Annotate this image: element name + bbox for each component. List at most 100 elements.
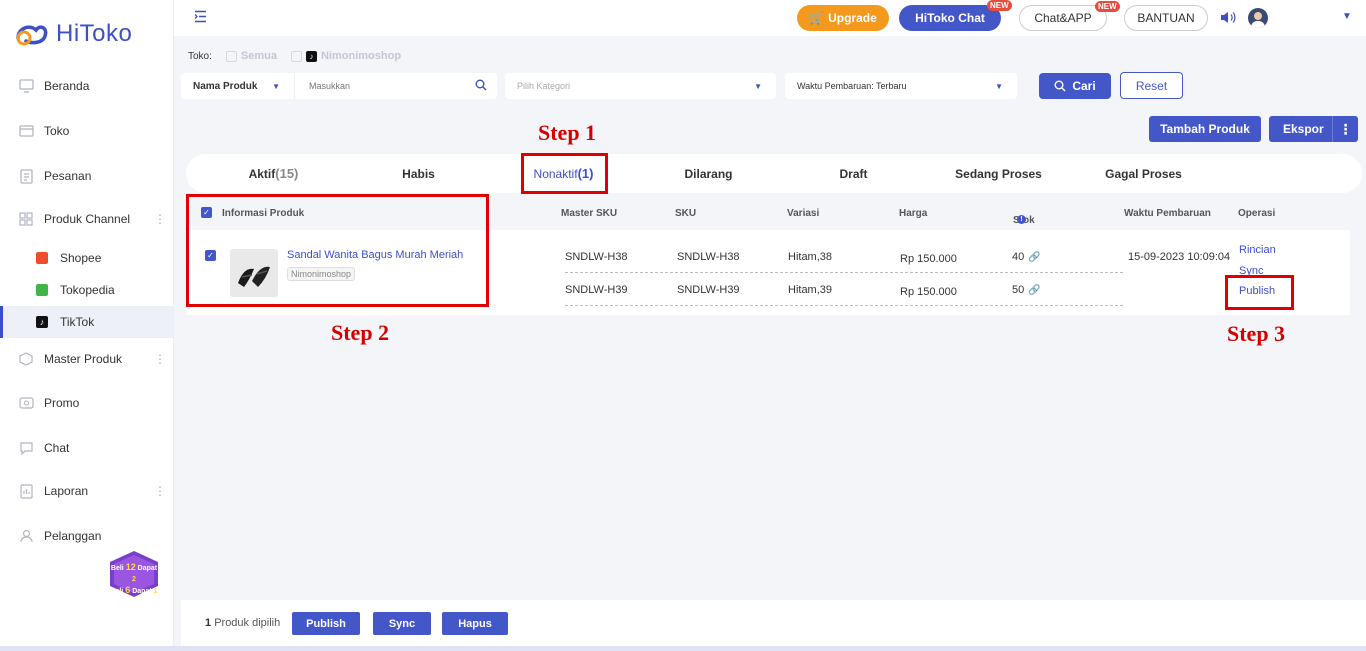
tab-dilarang[interactable]: Dilarang bbox=[661, 154, 756, 193]
sidebar-item-label: Shopee bbox=[60, 251, 102, 265]
sidebar-item-beranda[interactable]: Beranda bbox=[0, 70, 174, 102]
checkbox[interactable] bbox=[290, 50, 302, 62]
store-option-shop[interactable]: ♪ Nimonimoshop bbox=[290, 50, 401, 62]
store-option-all[interactable]: Semua bbox=[225, 50, 277, 62]
cart-icon: 🛒 bbox=[809, 11, 825, 25]
order-icon bbox=[18, 168, 34, 184]
search-icon bbox=[1054, 80, 1066, 92]
sidebar-item-master-produk[interactable]: Master Produk ⋮ bbox=[0, 343, 174, 375]
tab-sedang-proses[interactable]: Sedang Proses bbox=[951, 154, 1046, 193]
promo-floating-badge[interactable]: Beli 12 Dapat 2 Beli 6 Dapat 1 bbox=[108, 550, 160, 598]
export-button[interactable]: Ekspor ⋮ bbox=[1269, 116, 1358, 142]
brand-logo[interactable]: HiToko bbox=[14, 20, 132, 48]
stock-cell: 40 🔗 bbox=[1012, 251, 1041, 263]
master-sku: SNDLW-H39 bbox=[565, 284, 628, 296]
variation: Hitam,38 bbox=[788, 251, 833, 263]
bulk-publish-button[interactable]: Publish bbox=[292, 612, 360, 635]
sidebar-item-toko[interactable]: Toko bbox=[0, 115, 174, 147]
grid-icon bbox=[18, 211, 34, 227]
sidebar-item-produk-channel[interactable]: Produk Channel ⋮ bbox=[0, 203, 174, 235]
more-vertical-icon[interactable]: ⋮ bbox=[154, 352, 166, 366]
step-2-label: Step 2 bbox=[331, 320, 390, 345]
link-icon[interactable]: 🔗 bbox=[1028, 285, 1040, 296]
customer-icon bbox=[18, 528, 34, 544]
caret-down-icon: ▼ bbox=[995, 81, 1003, 91]
checkbox[interactable] bbox=[225, 50, 237, 62]
sidebar-item-label: Tokopedia bbox=[60, 283, 115, 297]
sidebar-item-pesanan[interactable]: Pesanan bbox=[0, 160, 174, 192]
updated-time: 15-09-2023 10:09:04 bbox=[1128, 251, 1231, 263]
menu-collapse-icon[interactable] bbox=[194, 10, 207, 26]
speaker-icon[interactable] bbox=[1220, 11, 1236, 27]
stock-cell: 50 🔗 bbox=[1012, 284, 1041, 296]
search-icon[interactable] bbox=[475, 79, 487, 94]
link-icon[interactable]: 🔗 bbox=[1028, 252, 1040, 263]
chat-app-button[interactable]: Chat&APP NEW bbox=[1019, 1, 1120, 31]
rincian-link[interactable]: Rincian bbox=[1239, 244, 1276, 256]
bulk-delete-button[interactable]: Hapus bbox=[442, 612, 508, 635]
column-header: Master SKU bbox=[561, 208, 618, 219]
sidebar-item-label: Pesanan bbox=[44, 169, 92, 183]
chevron-down-icon[interactable]: ▼ bbox=[1342, 11, 1352, 22]
new-badge: NEW bbox=[1095, 1, 1120, 12]
category-select[interactable]: Pilih Kategori ▼ bbox=[505, 73, 776, 99]
search-button[interactable]: Cari bbox=[1039, 73, 1111, 99]
report-icon bbox=[18, 483, 34, 499]
variation: Hitam,39 bbox=[788, 284, 833, 296]
bulk-sync-button[interactable]: Sync bbox=[373, 612, 431, 635]
column-header: Operasi bbox=[1238, 208, 1276, 219]
tab-draft[interactable]: Draft bbox=[806, 154, 901, 193]
monitor-icon bbox=[18, 78, 34, 94]
promo-icon bbox=[18, 395, 34, 411]
search-field-select[interactable]: Nama Produk ▼ bbox=[181, 73, 295, 99]
sidebar-item-chat[interactable]: Chat bbox=[0, 432, 174, 464]
add-product-button[interactable]: Tambah Produk bbox=[1149, 116, 1261, 142]
price: Rp 150.000 bbox=[900, 253, 957, 265]
more-vertical-icon[interactable]: ⋮ bbox=[154, 212, 166, 226]
sidebar-item-promo[interactable]: Promo bbox=[0, 387, 174, 419]
step-1-label: Step 1 bbox=[538, 120, 597, 145]
tab-habis[interactable]: Habis bbox=[371, 154, 466, 193]
row-divider bbox=[565, 305, 1123, 306]
column-header: SKU bbox=[675, 208, 697, 219]
sort-select[interactable]: Waktu Pembaruan: Terbaru ▼ bbox=[785, 73, 1017, 99]
new-badge: NEW bbox=[987, 0, 1012, 11]
search-box: Nama Produk ▼ bbox=[181, 73, 497, 99]
caret-down-icon: ▼ bbox=[754, 81, 762, 91]
tiktok-icon: ♪ bbox=[305, 50, 317, 62]
shopee-icon bbox=[36, 252, 48, 264]
sidebar-item-label: Laporan bbox=[44, 484, 89, 498]
sidebar-item-label: Beranda bbox=[44, 79, 90, 93]
column-header: Harga bbox=[899, 208, 928, 219]
sidebar: HiToko Beranda Toko Pesanan Produk Chann… bbox=[0, 0, 174, 651]
search-input[interactable] bbox=[295, 73, 497, 99]
more-vertical-icon[interactable]: ⋮ bbox=[154, 484, 166, 498]
sidebar-item-label: Pelanggan bbox=[44, 529, 102, 543]
reset-button[interactable]: Reset bbox=[1120, 72, 1183, 99]
tab-aktif[interactable]: Aktif (15) bbox=[226, 154, 321, 193]
sidebar-item-label: Produk Channel bbox=[44, 212, 131, 226]
sidebar-item-shopee[interactable]: Shopee bbox=[0, 242, 174, 274]
sidebar-item-laporan[interactable]: Laporan ⋮ bbox=[0, 475, 174, 507]
hitoko-chat-button[interactable]: HiToko Chat NEW bbox=[899, 0, 1012, 31]
user-avatar[interactable] bbox=[1248, 8, 1268, 28]
sidebar-item-pelanggan[interactable]: Pelanggan bbox=[0, 520, 174, 552]
master-sku: SNDLW-H38 bbox=[565, 251, 628, 263]
info-icon[interactable]: ! bbox=[1017, 215, 1026, 224]
tab-gagal-proses[interactable]: Gagal Proses bbox=[1096, 154, 1191, 193]
top-header: 🛒 Upgrade HiToko Chat NEW Chat&APP NEW B… bbox=[174, 0, 1366, 36]
more-vertical-icon[interactable]: ⋮ bbox=[1332, 116, 1358, 142]
column-header: Waktu Pembaruan bbox=[1124, 208, 1211, 219]
sidebar-item-label: Toko bbox=[44, 124, 70, 138]
sku: SNDLW-H38 bbox=[677, 251, 740, 263]
help-button[interactable]: BANTUAN bbox=[1124, 5, 1208, 31]
sidebar-item-tokopedia[interactable]: Tokopedia bbox=[0, 274, 174, 306]
hitoko-logo-icon bbox=[16, 25, 48, 46]
bulk-action-bar: 1 Produk dipilih Publish Sync Hapus bbox=[181, 600, 1366, 646]
promo-badge-text: Beli 12 Dapat 2 Beli 6 Dapat 1 bbox=[110, 562, 158, 595]
sidebar-item-tiktok[interactable]: ♪ TikTok bbox=[0, 306, 174, 338]
bottom-strip bbox=[0, 646, 1366, 651]
upgrade-button[interactable]: 🛒 Upgrade bbox=[797, 5, 889, 31]
row-divider bbox=[565, 272, 1123, 273]
caret-down-icon: ▼ bbox=[272, 81, 280, 91]
